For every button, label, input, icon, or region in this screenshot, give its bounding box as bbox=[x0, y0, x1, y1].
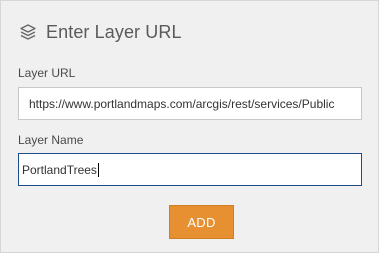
layer-url-label: Layer URL bbox=[18, 66, 76, 80]
layers-icon bbox=[19, 23, 37, 41]
add-button[interactable]: ADD bbox=[169, 205, 234, 239]
layer-url-value: https://www.portlandmaps.com/arcgis/rest… bbox=[29, 96, 335, 111]
layer-name-input[interactable]: PortlandTrees bbox=[18, 153, 362, 186]
layer-url-input[interactable]: https://www.portlandmaps.com/arcgis/rest… bbox=[18, 87, 362, 120]
layer-name-label: Layer Name bbox=[18, 133, 84, 147]
text-caret bbox=[97, 162, 99, 177]
panel-title: Enter Layer URL bbox=[46, 21, 182, 42]
layer-name-value: PortlandTrees bbox=[22, 162, 97, 177]
add-layer-panel: Enter Layer URL Layer URL https://www.po… bbox=[0, 0, 379, 253]
panel-header: Enter Layer URL bbox=[19, 18, 182, 46]
